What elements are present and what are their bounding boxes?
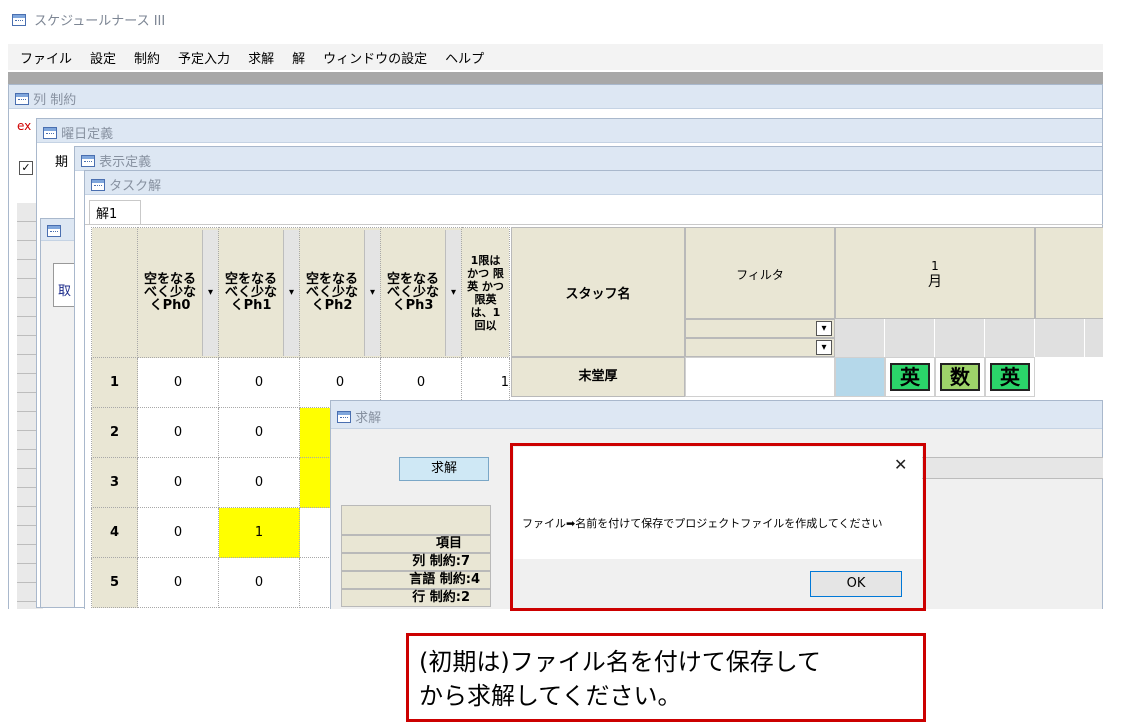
column-header[interactable]: 空をなるべく少なくPh0 ▾	[137, 227, 219, 358]
window-icon	[81, 154, 95, 167]
day-header: 1 月	[835, 227, 1035, 319]
message-dialog: ✕ ファイル➡名前を付けて保存でプロジェクトファイルを作成してください OK	[514, 447, 922, 607]
grid-cell[interactable]: 0	[137, 357, 219, 408]
items-table: 項目 列 制約:7 言語 制約:4 行 制約:2	[341, 505, 491, 609]
grid-cell[interactable]: 0	[137, 557, 219, 608]
period-cell[interactable]: 英	[985, 357, 1035, 397]
grid-cell[interactable]: 0	[218, 357, 300, 408]
list-item: 言語 制約:4	[341, 571, 491, 589]
app-title: スケジュールナース III	[34, 14, 166, 29]
callout-line-1: (初期は)ファイル名を付けて保存して	[419, 648, 822, 676]
dropdown-icon[interactable]: ▾	[445, 229, 461, 356]
row-number: 1	[91, 357, 138, 408]
column-header[interactable]: 空をなるべく少なくPh2 ▾	[299, 227, 381, 358]
tab-strip-line	[85, 224, 1103, 225]
menu-file[interactable]: ファイル	[20, 48, 72, 67]
callout-box: (初期は)ファイル名を付けて保存して から求解してください。	[406, 633, 926, 722]
subject-badge: 数	[940, 363, 980, 391]
period-cells	[835, 319, 1103, 357]
dropdown-icon[interactable]: ▾	[816, 321, 832, 336]
staff-name-cell: 末堂厚	[511, 357, 685, 397]
menu-constraints[interactable]: 制約	[134, 48, 160, 67]
ok-button[interactable]: OK	[810, 571, 902, 597]
period-cell[interactable]: 英	[885, 357, 935, 397]
tab-fragment: 期	[55, 155, 69, 170]
dropdown-icon[interactable]: ▾	[283, 229, 299, 356]
grid-cell[interactable]: 0	[137, 507, 219, 558]
list-item: 行 制約:2	[341, 589, 491, 607]
filter-header: フィルタ	[685, 227, 835, 319]
dropdown-icon[interactable]: ▾	[202, 229, 218, 356]
window-titlebar[interactable]: 表示定義	[75, 147, 1102, 171]
checkbox-icon[interactable]: ✓	[19, 161, 33, 175]
window-icon	[47, 224, 61, 237]
subject-badge: 英	[890, 363, 930, 391]
row-number: 4	[91, 507, 138, 558]
close-icon[interactable]: ✕	[894, 455, 907, 474]
grid-cell[interactable]: 0	[137, 457, 219, 508]
corner-cell	[91, 227, 138, 358]
grid-cell[interactable]: 0	[218, 457, 300, 508]
grid-cell[interactable]: 0	[218, 407, 300, 458]
window-titlebar[interactable]: 列 制約	[9, 85, 1102, 109]
solve-button[interactable]: 求解	[399, 457, 489, 481]
dialog-message: ファイル➡名前を付けて保存でプロジェクトファイルを作成してください	[522, 517, 883, 530]
items-header: 項目	[341, 535, 491, 553]
day-header-next	[1035, 227, 1103, 319]
day-weekday: 月	[928, 274, 942, 290]
app-title-bar: スケジュールナース III	[0, 0, 1132, 40]
column-header[interactable]: 空をなるべく少なくPh3 ▾	[380, 227, 462, 358]
callout-line-2: から求解してください。	[419, 682, 682, 710]
dropdown-icon[interactable]: ▾	[364, 229, 380, 356]
window-titlebar[interactable]: タスク解	[85, 171, 1102, 195]
menu-help[interactable]: ヘルプ	[445, 48, 484, 67]
row-number: 5	[91, 557, 138, 608]
period-cell[interactable]	[835, 357, 885, 397]
menu-schedule-input[interactable]: 予定入力	[178, 48, 230, 67]
tab-solution-1[interactable]: 解1	[89, 200, 141, 224]
row-number: 2	[91, 407, 138, 458]
menu-bar: ファイル 設定 制約 予定入力 求解 解 ウィンドウの設定 ヘルプ	[8, 44, 1103, 70]
row-number: 3	[91, 457, 138, 508]
column-header[interactable]: 1限は かつ 限英 かつ 限英 は、1 回以	[461, 227, 510, 358]
dropdown-icon[interactable]: ▾	[816, 340, 832, 355]
tab-fragment: ex	[17, 119, 32, 133]
staff-filter-cell	[685, 357, 835, 397]
window-icon	[43, 126, 57, 139]
window-titlebar[interactable]: 求解	[331, 401, 1102, 429]
app-icon	[12, 13, 26, 26]
filter-dropdown-2[interactable]: ▾	[685, 338, 835, 357]
grid-cell[interactable]: 0	[137, 407, 219, 458]
filter-dropdown-1[interactable]: ▾	[685, 319, 835, 338]
window-titlebar[interactable]: 曜日定義	[37, 119, 1102, 143]
grid-cell-highlighted[interactable]: 1	[218, 507, 300, 558]
window-icon	[15, 92, 29, 105]
subject-badge: 英	[990, 363, 1030, 391]
menu-solve[interactable]: 求解	[248, 48, 274, 67]
day-number: 1	[931, 259, 939, 273]
menu-settings[interactable]: 設定	[90, 48, 116, 67]
grid-cell[interactable]: 0	[218, 557, 300, 608]
staff-name-header: スタッフ名	[511, 227, 685, 357]
period-cell[interactable]: 数	[935, 357, 985, 397]
items-header-spacer	[341, 505, 491, 535]
list-item: 列 制約:7	[341, 553, 491, 571]
menu-window-settings[interactable]: ウィンドウの設定	[323, 48, 427, 67]
window-icon	[91, 178, 105, 191]
column-header[interactable]: 空をなるべく少なくPh1 ▾	[218, 227, 300, 358]
window-icon	[337, 410, 351, 423]
menu-solution[interactable]: 解	[292, 48, 305, 67]
